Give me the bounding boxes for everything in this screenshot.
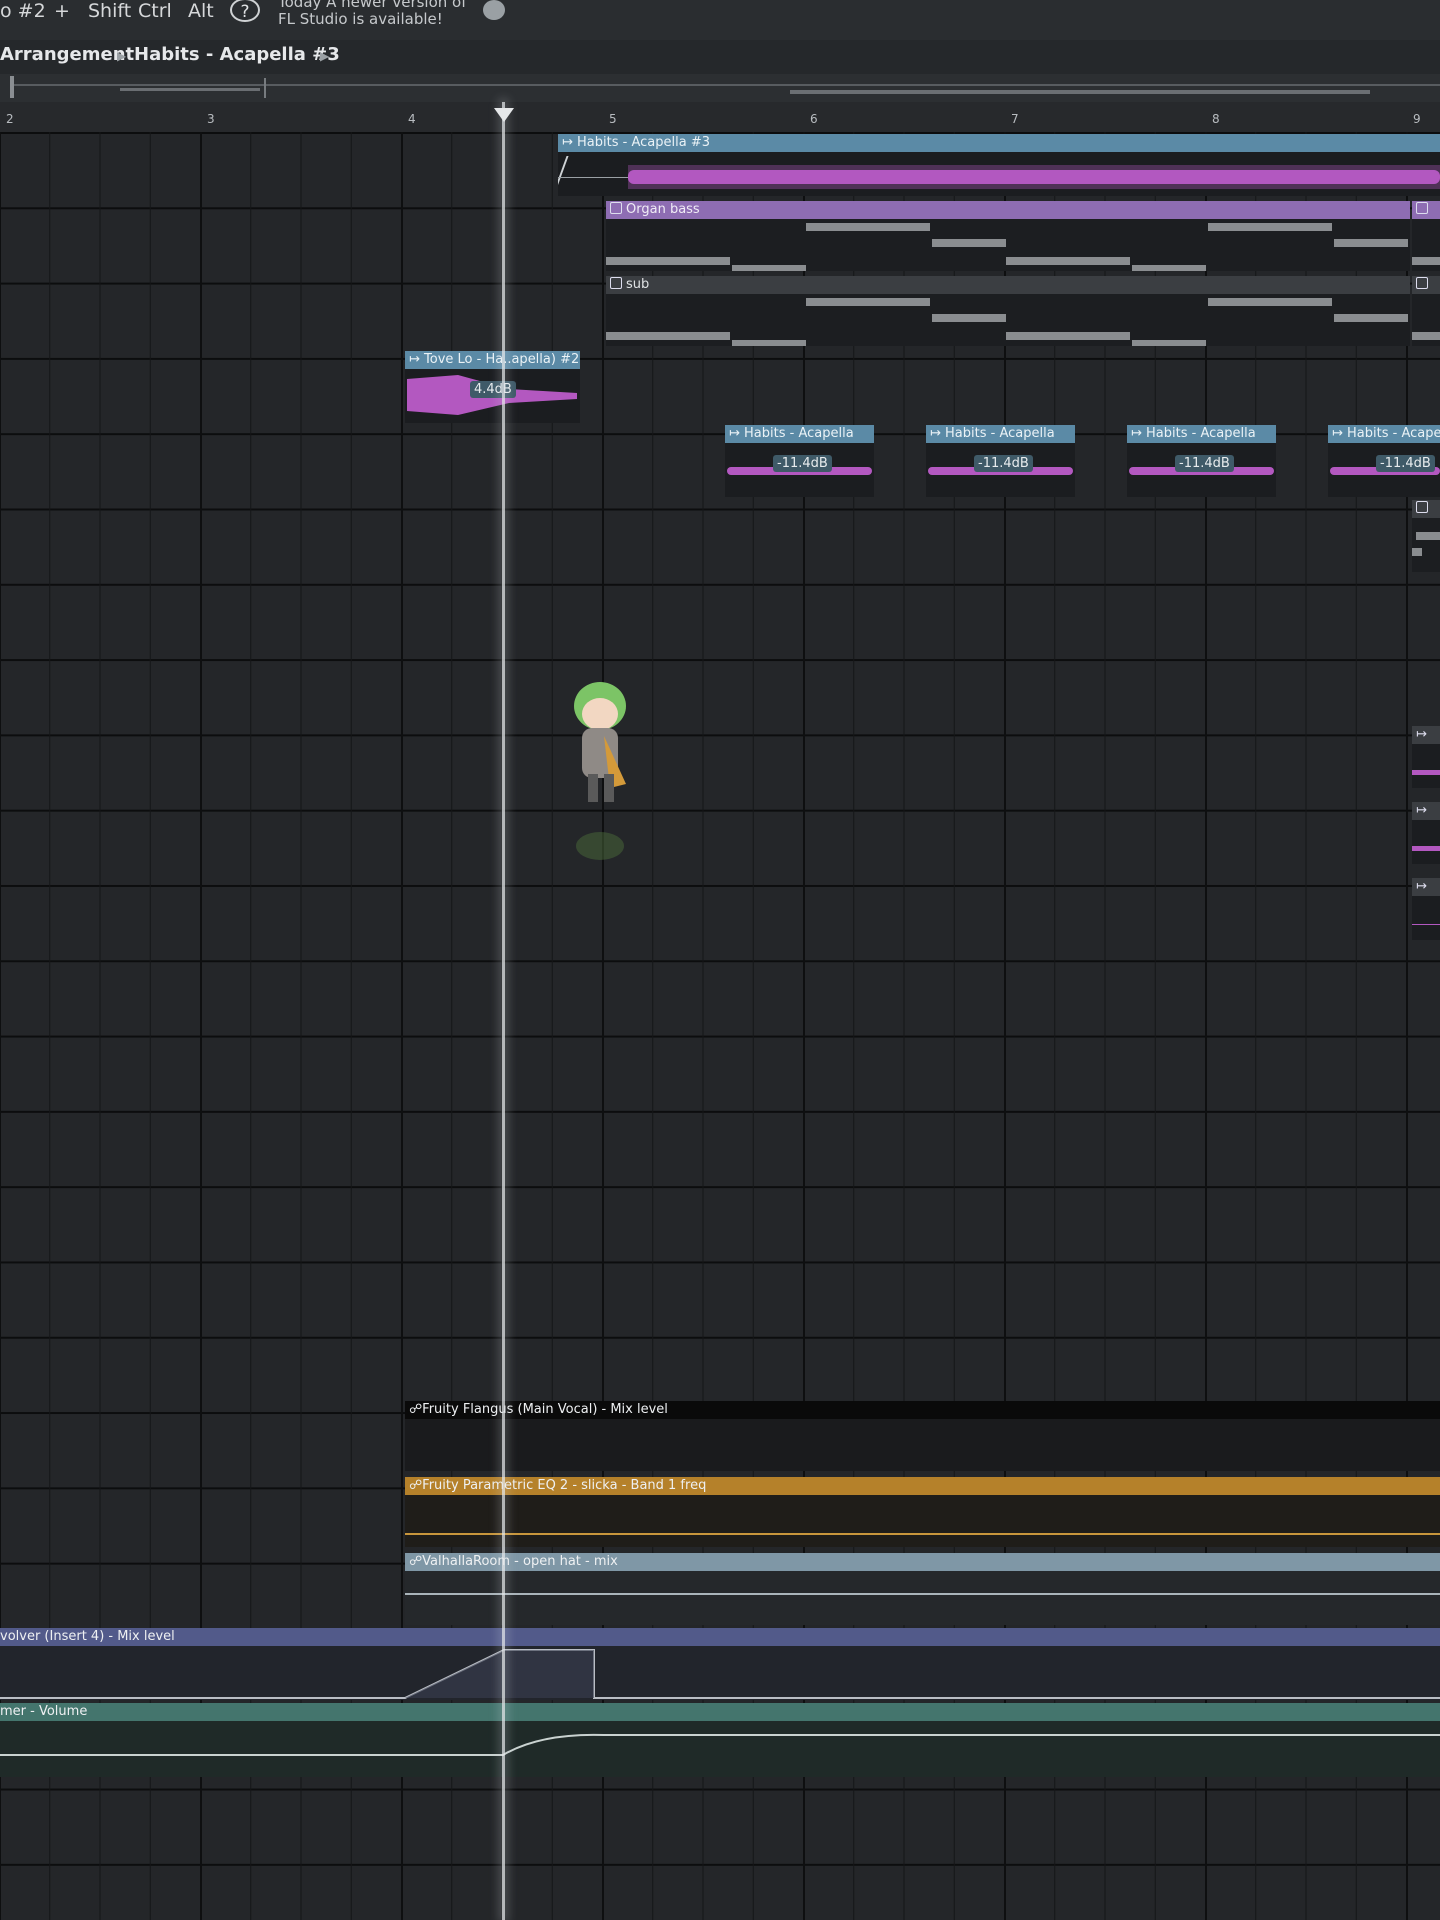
update-hint-line2: FL Studio is available! (278, 10, 443, 28)
automation-clip-icon: ☍ (409, 1554, 423, 1569)
automation-clip-icon: ☍ (409, 1402, 423, 1417)
pattern-clip-icon (610, 202, 622, 214)
automation-clip-valhalla[interactable]: ☍ValhallaRoom - open hat - mix (405, 1553, 1440, 1625)
audio-clip-habits-short[interactable]: ↦ Habits - Acapella -11.4dB (1328, 425, 1440, 497)
clip-label: mer - Volume (0, 1704, 88, 1719)
pattern-clip-icon (610, 277, 622, 289)
automation-clip-icon: ☍ (409, 1478, 423, 1493)
breadcrumb-arrow-icon: ▶ (320, 49, 330, 63)
bar-number: 8 (1212, 112, 1220, 126)
clip-label: Habits - Acapella (1347, 426, 1440, 441)
clip-volume-label: -11.4dB (773, 455, 832, 472)
playhead-line[interactable] (502, 102, 505, 1920)
timeline-ruler[interactable]: 2 3 4 5 6 7 8 9 (0, 102, 1440, 133)
audio-clip-icon: ↦ (1416, 803, 1427, 818)
waveform (628, 165, 1440, 189)
bar-number: 3 (207, 112, 215, 126)
automation-clip-flangus[interactable]: ☍Fruity Flangus (Main Vocal) - Mix level (405, 1401, 1440, 1471)
bar-number: 7 (1011, 112, 1019, 126)
pattern-clip-organ-bass[interactable]: Organ bass (606, 201, 1410, 271)
pattern-clip-sub[interactable] (1412, 276, 1440, 346)
clip-volume-label: -11.4dB (1376, 455, 1435, 472)
audio-clip-icon: ↦ (1332, 426, 1348, 441)
clip-label: Fruity Parametric EQ 2 - slicka - Band 1… (422, 1478, 707, 1493)
audio-clip-icon: ↦ (930, 426, 946, 441)
automation-curve (0, 1649, 1440, 1699)
audio-clip-icon: ↦ (562, 135, 578, 150)
audio-clip-habits-short[interactable]: ↦ Habits - Acapella -11.4dB (926, 425, 1075, 497)
alt-key-button[interactable]: Alt (188, 0, 214, 24)
audio-clip-partial[interactable]: ↦ (1412, 878, 1440, 940)
clip-label: volver (Insert 4) - Mix level (0, 1629, 175, 1644)
pattern-selector[interactable]: o #2 (0, 0, 46, 24)
help-icon[interactable]: ? (230, 0, 260, 22)
clip-label: Habits - Acapella #3 (577, 135, 710, 150)
playlist-overview[interactable] (0, 74, 1440, 102)
breadcrumb-current[interactable]: Habits - Acapella #3 (134, 44, 340, 65)
clip-label: ValhallaRoom - open hat - mix (422, 1554, 618, 1569)
pattern-clip-icon (1416, 202, 1428, 214)
clip-label: Habits - Acapella (945, 426, 1055, 441)
pattern-clip-icon (1416, 501, 1428, 513)
shift-key-button[interactable]: Shift (88, 0, 131, 24)
playhead-marker-icon[interactable] (494, 108, 514, 122)
breadcrumb-root[interactable]: Arrangement (0, 44, 134, 65)
pattern-clip-icon (1416, 277, 1428, 289)
clip-label: Organ bass (626, 202, 700, 217)
ctrl-key-button[interactable]: Ctrl (138, 0, 172, 24)
pattern-clip-organ-bass[interactable] (1412, 201, 1440, 271)
audio-clip-partial[interactable]: ↦ (1412, 726, 1440, 788)
breadcrumb: Arrangement ▶ Habits - Acapella #3 ▶ (0, 40, 1440, 74)
automation-clip-convolver[interactable]: volver (Insert 4) - Mix level (0, 1628, 1440, 1700)
pattern-clip-sub[interactable]: sub (606, 276, 1410, 346)
clip-label: Habits - Acapella (744, 426, 854, 441)
bar-number: 4 (408, 112, 416, 126)
update-hint[interactable]: Today A newer version of FL Studio is av… (278, 0, 467, 28)
toolbar: o #2 + Shift Ctrl Alt ? Today A newer ve… (0, 0, 1440, 40)
audio-clip-icon: ↦ (409, 352, 425, 367)
pattern-clip-partial[interactable] (1412, 500, 1440, 572)
automation-clip-volume[interactable]: mer - Volume (0, 1703, 1440, 1777)
mascot-character (574, 682, 626, 860)
automation-curve (0, 1733, 1440, 1756)
bar-number: 2 (6, 112, 14, 126)
audio-clip-icon: ↦ (1416, 879, 1427, 894)
breadcrumb-arrow-icon: ▶ (117, 49, 127, 63)
audio-clip-habits-short[interactable]: ↦ Habits - Acapella -11.4dB (1127, 425, 1276, 497)
audio-clip-icon: ↦ (1131, 426, 1147, 441)
clip-volume-label: -11.4dB (1175, 455, 1234, 472)
audio-clip-habits-short[interactable]: ↦ Habits - Acapella -11.4dB (725, 425, 874, 497)
bar-number: 6 (810, 112, 818, 126)
add-pattern-button[interactable]: + (54, 0, 70, 24)
audio-clip-icon: ↦ (729, 426, 745, 441)
automation-clip-param-eq[interactable]: ☍Fruity Parametric EQ 2 - slicka - Band … (405, 1477, 1440, 1547)
audio-clip-habits[interactable]: ↦ Habits - Acapella #3 (558, 134, 1440, 196)
clip-label: sub (626, 277, 650, 292)
globe-icon[interactable] (483, 0, 505, 20)
clip-volume-label: -11.4dB (974, 455, 1033, 472)
audio-clip-icon: ↦ (1416, 727, 1427, 742)
audio-clip-tove-lo[interactable]: ↦ Tove Lo - Ha..apella) #2 4.4dB (405, 351, 580, 423)
overview-handle[interactable] (10, 76, 14, 98)
clip-volume-label: 4.4dB (470, 381, 516, 398)
clip-label: Fruity Flangus (Main Vocal) - Mix level (422, 1402, 668, 1417)
audio-clip-partial[interactable]: ↦ (1412, 802, 1440, 864)
bar-number: 9 (1413, 112, 1421, 126)
clip-label: Habits - Acapella (1146, 426, 1256, 441)
bar-number: 5 (609, 112, 617, 126)
